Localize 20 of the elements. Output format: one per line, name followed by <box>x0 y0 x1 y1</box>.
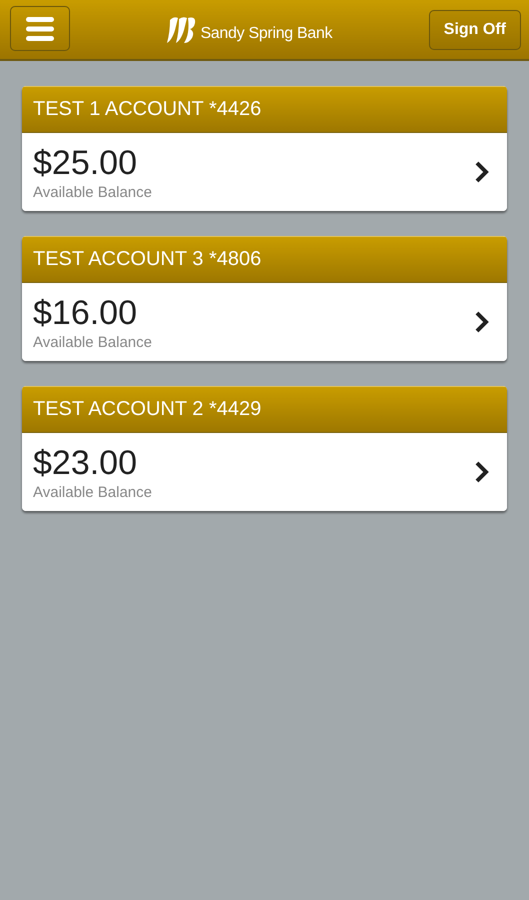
bank-name: Sandy Spring Bank <box>200 24 332 42</box>
logo-icon <box>166 16 196 44</box>
account-row[interactable]: $25.00 Available Balance <box>22 133 507 211</box>
account-row[interactable]: $23.00 Available Balance <box>22 433 507 511</box>
sign-off-button[interactable]: Sign Off <box>428 10 521 50</box>
chevron-right-icon <box>475 161 489 183</box>
balance-amount: $23.00 <box>33 444 138 482</box>
balance-amount: $25.00 <box>33 144 138 182</box>
chevron-right-icon <box>475 311 489 333</box>
account-name: TEST ACCOUNT 3 *4806 <box>33 248 262 271</box>
balance-label: Available Balance <box>33 334 152 350</box>
balance-label: Available Balance <box>33 184 152 200</box>
account-name: TEST ACCOUNT 2 *4429 <box>33 398 262 421</box>
balance-amount: $16.00 <box>33 294 138 332</box>
chevron-right-icon <box>475 461 489 483</box>
account-name: TEST 1 ACCOUNT *4426 <box>33 98 262 121</box>
account-row[interactable]: $16.00 Available Balance <box>22 283 507 361</box>
menu-icon <box>26 16 54 40</box>
menu-button[interactable] <box>10 6 70 51</box>
balance-label: Available Balance <box>33 484 152 500</box>
